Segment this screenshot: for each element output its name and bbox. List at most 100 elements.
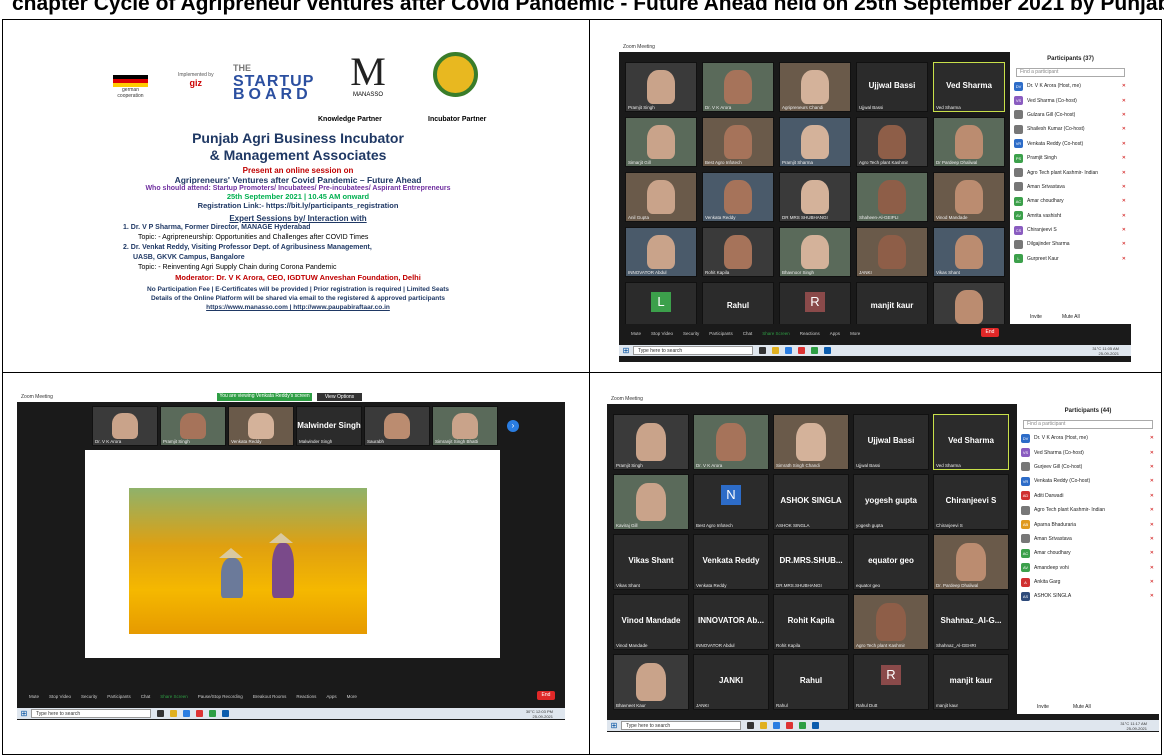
video-tile[interactable]: Anil Gupta xyxy=(625,172,697,222)
video-tile[interactable]: Ved Sharma Ved Sharma xyxy=(933,414,1009,470)
toolbar-more-button[interactable]: More xyxy=(347,694,357,699)
video-tile[interactable]: N Best Agro Infotech xyxy=(693,474,769,530)
end-button[interactable]: End xyxy=(981,328,999,337)
video-tile[interactable]: INNOVATOR Ab... INNOVATOR Abdul xyxy=(693,594,769,650)
participant-row[interactable]: Agro Tech plant Kashmir- Indian ✕ xyxy=(1010,165,1131,179)
store-icon[interactable] xyxy=(785,347,792,354)
video-tile[interactable]: JANKI xyxy=(856,227,928,277)
toolbar-participants-button[interactable]: Participants xyxy=(107,694,131,699)
taskbar-search[interactable]: Type here to search xyxy=(633,346,753,355)
video-tile[interactable]: Ved Sharma Ved Sharma xyxy=(933,62,1005,112)
video-tile[interactable]: DR.MRS.SHUB... DR.MRS.SHUBHANGI xyxy=(773,534,849,590)
taskview-icon[interactable] xyxy=(759,347,766,354)
explorer-icon[interactable] xyxy=(760,722,767,729)
mute-all-button[interactable]: Mute All xyxy=(1073,704,1091,710)
video-tile[interactable]: yogesh gupta yogesh gupta xyxy=(853,474,929,530)
store-icon[interactable] xyxy=(183,710,190,717)
participant-search[interactable]: Find a participant xyxy=(1023,420,1153,429)
taskbar-search[interactable]: Type here to search xyxy=(621,721,741,730)
participant-row[interactable]: Shailesh Kumar (Co-host) ✕ xyxy=(1010,122,1131,136)
participant-search[interactable]: Find a participant xyxy=(1016,68,1125,77)
video-tile[interactable]: Dr. V K Arora xyxy=(92,406,158,446)
windows-icon[interactable]: ⊞ xyxy=(619,346,633,355)
toolbar-more-button[interactable]: More xyxy=(850,331,860,336)
video-tile[interactable]: INNOVATOR Abdul xyxy=(625,227,697,277)
video-tile[interactable]: Bhavneet Kaur xyxy=(613,654,689,710)
video-tile[interactable]: Pramjit Singh xyxy=(160,406,226,446)
video-tile[interactable]: Venkata Reddy xyxy=(702,172,774,222)
chrome-icon[interactable] xyxy=(799,722,806,729)
video-tile[interactable]: Venkata Reddy xyxy=(228,406,294,446)
video-tile[interactable]: Saurabh xyxy=(364,406,430,446)
video-tile[interactable]: equator geo equator geo xyxy=(853,534,929,590)
app-icon[interactable] xyxy=(798,347,805,354)
participant-row[interactable]: AV Amandeep vohi ✕ xyxy=(1017,561,1159,575)
toolbar-reactions-button[interactable]: Reactions xyxy=(296,694,316,699)
toolbar-stop-video-button[interactable]: Stop Video xyxy=(651,331,673,336)
video-tile[interactable]: Agro Tech plant Kashmir xyxy=(856,117,928,167)
participant-row[interactable]: CS Chiranjeevi S ✕ xyxy=(1010,223,1131,237)
toolbar-apps-button[interactable]: Apps xyxy=(830,331,840,336)
participant-row[interactable]: AV Amrita vashisht ✕ xyxy=(1010,209,1131,223)
zoom-app-icon[interactable] xyxy=(812,722,819,729)
toolbar-chat-button[interactable]: Chat xyxy=(141,694,151,699)
video-tile[interactable]: Simrath Singh Chandi xyxy=(773,414,849,470)
video-tile[interactable]: Pramjit Singh xyxy=(625,62,697,112)
toolbar-reactions-button[interactable]: Reactions xyxy=(800,331,820,336)
participant-row[interactable]: Gurjeev Gill (Co-host) ✕ xyxy=(1017,460,1159,474)
video-tile[interactable]: Rohit Kapila Rohit Kapila xyxy=(773,594,849,650)
participant-row[interactable]: Dilgajinder Sharma ✕ xyxy=(1010,237,1131,251)
participant-row[interactable]: AB Aparna Bhaduraria ✕ xyxy=(1017,517,1159,531)
invite-button[interactable]: Invite xyxy=(1030,314,1042,320)
video-tile[interactable]: Rohit Kapila xyxy=(702,227,774,277)
video-tile[interactable]: Ujjwal Bassi Ujjwal Bassi xyxy=(856,62,928,112)
video-tile[interactable]: Vikas Shant xyxy=(933,227,1005,277)
toolbar-security-button[interactable]: Security xyxy=(81,694,97,699)
participant-row[interactable]: Aman Srivastava ✕ xyxy=(1017,532,1159,546)
participant-row[interactable]: DV Dr. V K Arora (Host, me) ✕ xyxy=(1017,431,1159,445)
toolbar-mute-button[interactable]: Mute xyxy=(631,331,641,336)
video-tile[interactable]: Chiranjeevi S Chiranjeevi S xyxy=(933,474,1009,530)
toolbar-apps-button[interactable]: Apps xyxy=(326,694,336,699)
toolbar-pause-stop-recording-button[interactable]: Pause/Stop Recording xyxy=(198,694,243,699)
video-tile[interactable]: Dr. Pardeep Dhaliwal xyxy=(933,534,1009,590)
explorer-icon[interactable] xyxy=(772,347,779,354)
video-tile[interactable]: Ujjwal Bassi Ujjwal Bassi xyxy=(853,414,929,470)
participant-row[interactable]: VR Venkata Reddy (Co-host) ✕ xyxy=(1017,474,1159,488)
app-icon[interactable] xyxy=(196,710,203,717)
toolbar-participants-button[interactable]: Participants xyxy=(709,331,733,336)
windows-icon[interactable]: ⊞ xyxy=(607,721,621,730)
participant-row[interactable]: Agro Tech plant Kashmir- Indian ✕ xyxy=(1017,503,1159,517)
taskview-icon[interactable] xyxy=(157,710,164,717)
video-tile[interactable]: JANKI JANKI xyxy=(693,654,769,710)
video-tile[interactable]: Dr. V K Arora xyxy=(693,414,769,470)
taskview-icon[interactable] xyxy=(747,722,754,729)
video-tile[interactable]: Pramjit Sharma xyxy=(779,117,851,167)
video-tile[interactable]: Agripreneurs Chandi xyxy=(779,62,851,112)
participant-row[interactable]: Gulzara Gill (Co-host) ✕ xyxy=(1010,108,1131,122)
participant-row[interactable]: A Ankita Garg ✕ xyxy=(1017,575,1159,589)
participant-row[interactable]: VR Venkata Reddy (Co-host) ✕ xyxy=(1010,137,1131,151)
view-options-button[interactable]: View Options xyxy=(317,393,362,401)
toolbar-breakout-rooms-button[interactable]: Breakout Rooms xyxy=(253,694,287,699)
invite-button[interactable]: Invite xyxy=(1037,704,1049,710)
end-button[interactable]: End xyxy=(537,691,555,700)
video-tile[interactable]: manjit kaur manjit kaur xyxy=(933,654,1009,710)
video-tile[interactable]: Dr. V K Arora xyxy=(702,62,774,112)
video-tile[interactable]: Bhavnoor Singh xyxy=(779,227,851,277)
video-tile[interactable]: Simranjit Singh Bhatti xyxy=(432,406,498,446)
video-tile[interactable]: Venkata Reddy Venkata Reddy xyxy=(693,534,769,590)
zoom-app-icon[interactable] xyxy=(824,347,831,354)
video-tile[interactable]: Best Agro Infotech xyxy=(702,117,774,167)
video-tile[interactable]: ASHOK SINGLA ASHOK SINGLA xyxy=(773,474,849,530)
video-tile[interactable]: Malwinder Singh Malwinder Singh xyxy=(296,406,362,446)
video-tile[interactable]: Shahnaz_Al-G... Shahnaz_Al-GEHRI xyxy=(933,594,1009,650)
toolbar-security-button[interactable]: Security xyxy=(683,331,699,336)
participant-row[interactable]: AS ASHOK SINGLA ✕ xyxy=(1017,589,1159,603)
toolbar-stop-video-button[interactable]: Stop Video xyxy=(49,694,71,699)
video-tile[interactable]: Pramjit Singh xyxy=(613,414,689,470)
toolbar-share-screen-button[interactable]: Share Screen xyxy=(762,331,790,336)
participant-row[interactable]: VS Ved Sharma (Co-host) ✕ xyxy=(1010,93,1131,107)
toolbar-mute-button[interactable]: Mute xyxy=(29,694,39,699)
chrome-icon[interactable] xyxy=(209,710,216,717)
